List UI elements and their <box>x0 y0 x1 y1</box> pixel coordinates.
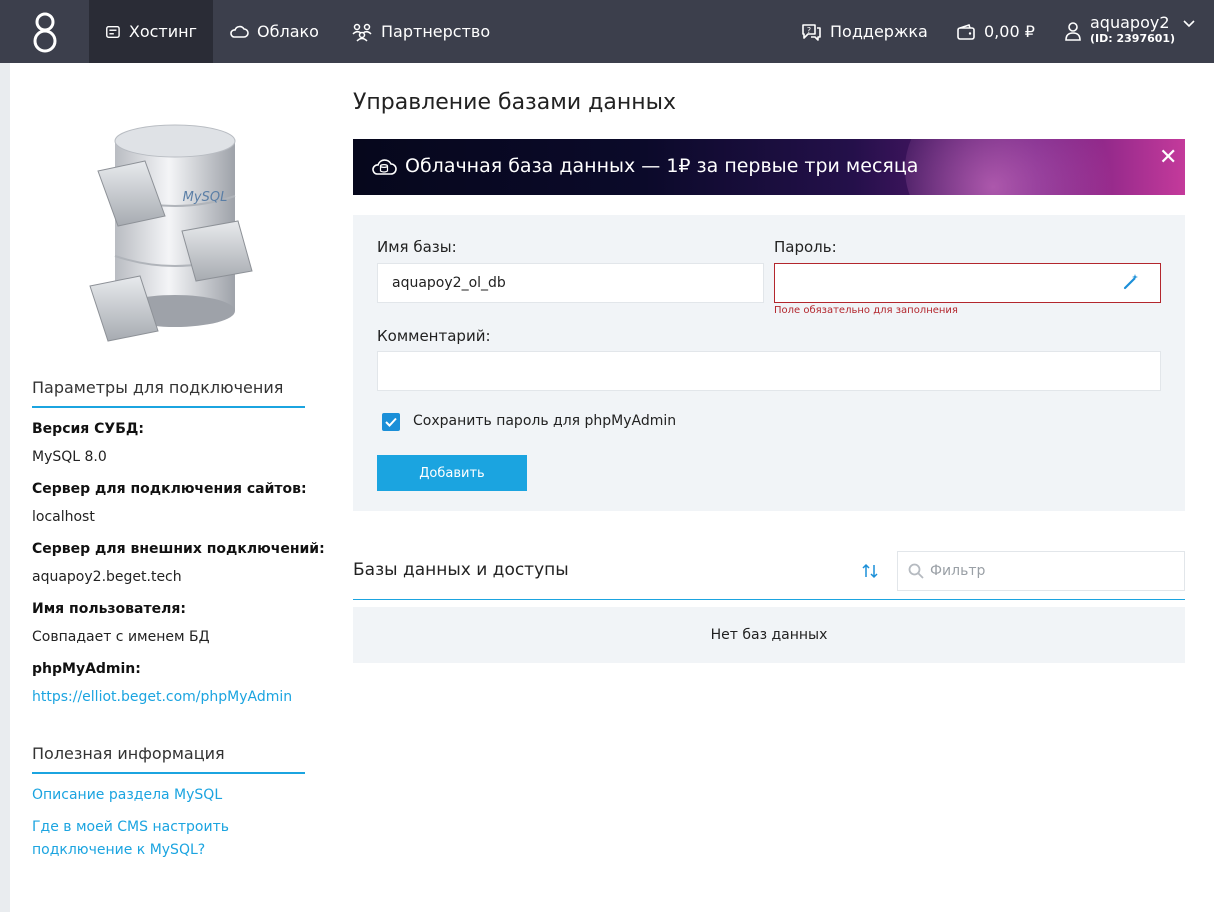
create-database-form: Имя базы: Пароль: Поле обязательно для з… <box>353 215 1185 511</box>
phpmyadmin-link[interactable]: https://elliot.beget.com/phpMyAdmin <box>32 686 292 709</box>
connection-params-title: Параметры для подключения <box>32 378 284 397</box>
user-id: (ID: 2397601) <box>1090 32 1176 45</box>
nav-cloud-label: Облако <box>257 22 319 41</box>
save-password-checkbox[interactable] <box>382 413 400 431</box>
filter-input[interactable] <box>930 563 1170 579</box>
param-phpmyadmin-label: phpMyAdmin: <box>32 661 141 677</box>
user-icon <box>1065 22 1081 41</box>
comment-label: Комментарий: <box>377 327 491 345</box>
partners-icon <box>352 23 372 42</box>
support-chat-icon: ? <box>802 23 821 41</box>
cloud-icon <box>230 25 249 38</box>
promo-banner-text: Облачная база данных — 1₽ за первые три … <box>405 155 919 177</box>
mysql-database-illustration: MySQL <box>89 124 253 342</box>
nav-hosting-label: Хостинг <box>128 22 197 41</box>
add-database-button[interactable]: Добавить <box>377 455 527 491</box>
cloud-db-promo-banner[interactable]: Облачная база данных — 1₽ за первые три … <box>353 139 1185 195</box>
nav-hosting[interactable]: Хостинг <box>89 0 213 63</box>
password-input[interactable] <box>774 263 1161 303</box>
cloud-database-icon <box>372 159 397 175</box>
support-link[interactable]: ? Поддержка <box>784 0 944 63</box>
svg-text:?: ? <box>807 26 811 35</box>
databases-list-divider <box>353 599 1185 600</box>
db-name-input[interactable] <box>377 263 764 303</box>
param-username-value: Совпадает с именем БД <box>32 629 210 645</box>
connection-params-divider <box>32 406 305 408</box>
useful-info-divider <box>32 772 305 774</box>
wallet-icon <box>957 23 975 40</box>
mysql-description-link[interactable]: Описание раздела MySQL <box>32 784 222 807</box>
hosting-icon <box>106 25 120 38</box>
sort-icon[interactable] <box>862 563 878 579</box>
db-name-label: Имя базы: <box>377 238 457 256</box>
chevron-down-icon <box>1183 20 1195 28</box>
param-username-label: Имя пользователя: <box>32 601 186 617</box>
cms-mysql-setup-link[interactable]: Где в моей CMS настроить подключение к M… <box>32 816 242 862</box>
no-databases-message: Нет баз данных <box>353 607 1185 663</box>
beget-logo-icon[interactable] <box>0 0 89 63</box>
save-password-label[interactable]: Сохранить пароль для phpMyAdmin <box>413 413 676 429</box>
empty-state-text: Нет баз данных <box>710 627 828 643</box>
nav-partners-label: Партнерство <box>381 22 491 41</box>
support-label: Поддержка <box>830 22 928 41</box>
search-icon <box>908 563 924 579</box>
checkmark-icon <box>385 417 397 427</box>
page-title: Управление базами данных <box>353 90 676 115</box>
page-content: MySQL Параметры для подключения Версия С… <box>10 63 1214 912</box>
param-site-server-value: localhost <box>32 509 95 525</box>
filter-field[interactable] <box>897 551 1185 591</box>
param-external-server-label: Сервер для внешних подключений: <box>32 541 325 557</box>
databases-list-title: Базы данных и доступы <box>353 560 569 580</box>
param-dbms-version-label: Версия СУБД: <box>32 421 144 437</box>
nav-partners[interactable]: Партнерство <box>335 0 506 63</box>
nav-cloud[interactable]: Облако <box>213 0 335 63</box>
user-name: aquapoy2 <box>1090 13 1170 32</box>
param-external-server-value: aquapoy2.beget.tech <box>32 569 182 585</box>
close-icon[interactable]: ✕ <box>1159 145 1177 170</box>
user-menu[interactable]: aquapoy2 (ID: 2397601) <box>1064 14 1195 46</box>
top-navigation-bar: Хостинг Облако Партнерство ? Поддержка 0… <box>0 0 1214 63</box>
useful-info-title: Полезная информация <box>32 744 225 763</box>
balance-value: 0,00 ₽ <box>984 22 1035 41</box>
password-error-message: Поле обязательно для заполнения <box>774 305 958 316</box>
generate-password-wand-icon[interactable] <box>1122 273 1140 291</box>
param-dbms-version-value: MySQL 8.0 <box>32 449 107 465</box>
comment-input[interactable] <box>377 351 1161 391</box>
balance-link[interactable]: 0,00 ₽ <box>940 0 1051 63</box>
illustration-mysql-text: MySQL <box>183 190 228 205</box>
password-label: Пароль: <box>774 238 837 256</box>
param-site-server-label: Сервер для подключения сайтов: <box>32 481 307 497</box>
